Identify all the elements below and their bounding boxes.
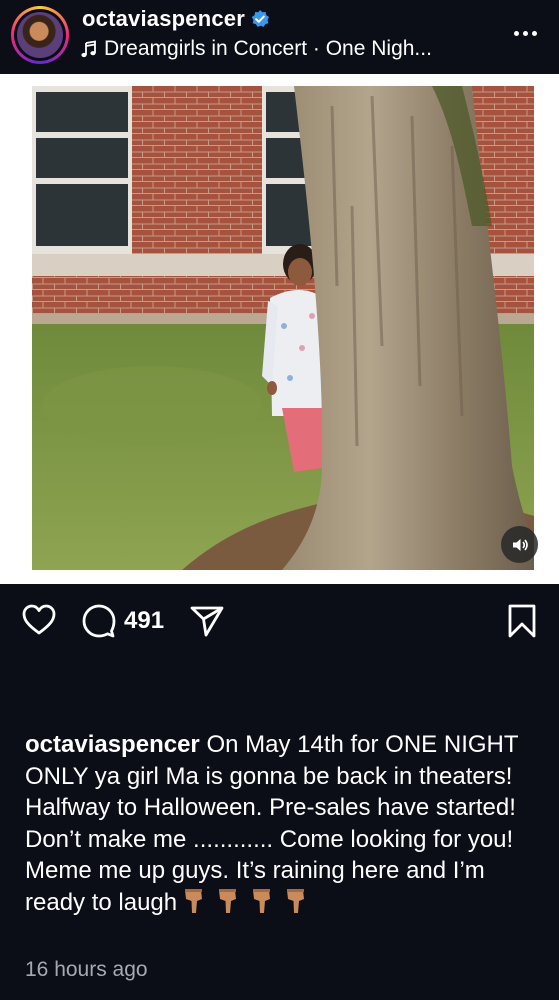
post-timestamp: 16 hours ago — [25, 958, 148, 981]
save-button[interactable] — [508, 604, 536, 638]
share-button[interactable] — [190, 604, 224, 638]
pointing-down-emoji — [287, 888, 305, 913]
post-username-row: octaviaspencer — [82, 6, 270, 32]
post-media[interactable] — [0, 74, 559, 584]
more-options-icon[interactable] — [514, 24, 540, 42]
volume-button[interactable] — [501, 526, 538, 563]
pointing-down-emoji — [253, 888, 271, 913]
audio-row[interactable]: Dreamgirls in Concert · One Nigh... — [80, 37, 500, 61]
caption-username[interactable]: octaviaspencer — [25, 731, 200, 758]
pointing-down-emojis — [181, 887, 309, 915]
post-photo[interactable] — [32, 86, 534, 570]
comment-icon — [82, 604, 116, 638]
volume-icon — [512, 538, 528, 551]
avatar[interactable] — [17, 12, 63, 58]
pointing-down-emoji — [219, 888, 237, 913]
verified-icon — [251, 10, 269, 27]
post-caption: octaviaspencer On May 14th for ONE NIGHT… — [25, 729, 535, 918]
post-actions: 491 — [0, 584, 559, 664]
comment-button[interactable]: 491 — [82, 604, 164, 638]
post-header: octaviaspencer Dreamgirls in Concert · O… — [0, 0, 559, 74]
like-button[interactable] — [22, 604, 56, 636]
bookmark-icon — [508, 604, 536, 638]
music-note-icon — [81, 40, 96, 58]
story-ring[interactable] — [11, 6, 69, 64]
comment-count: 491 — [124, 607, 165, 634]
post-username[interactable]: octaviaspencer — [82, 6, 245, 32]
audio-title: Dreamgirls in Concert · One Nigh... — [104, 37, 432, 60]
share-icon — [190, 606, 224, 637]
pointing-down-emoji — [185, 888, 203, 913]
heart-icon — [22, 604, 56, 635]
